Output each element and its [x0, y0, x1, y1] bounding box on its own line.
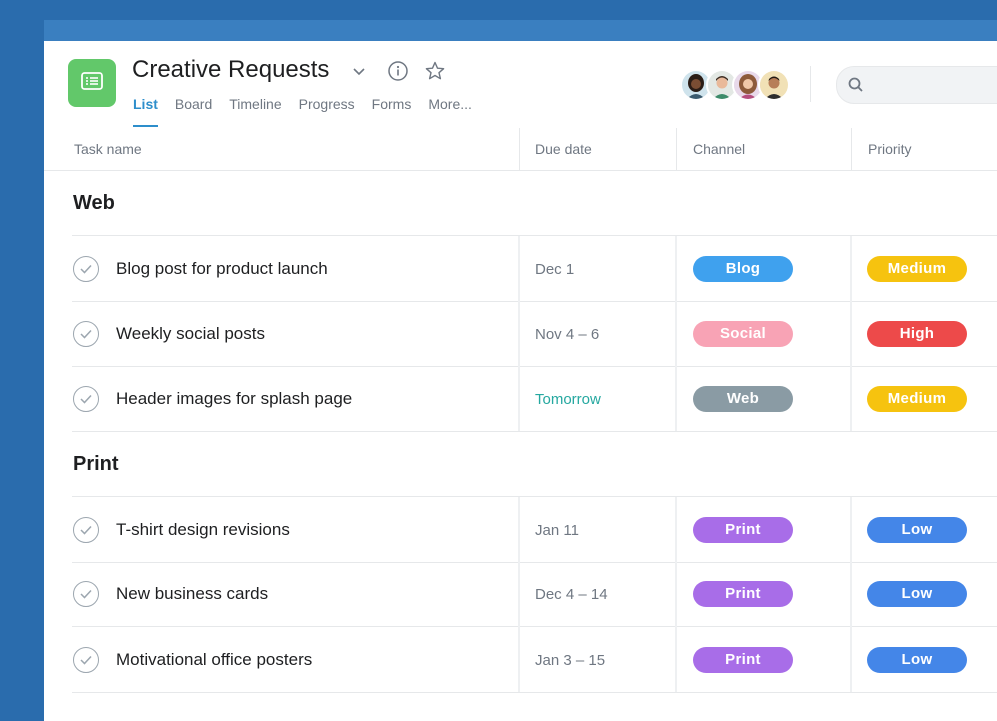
channel-tag[interactable]: Blog: [693, 256, 793, 282]
table-row[interactable]: Weekly social posts Nov 4 – 6 Social Hig…: [44, 302, 997, 367]
column-divider: [519, 128, 520, 170]
channel-tag[interactable]: Print: [693, 517, 793, 543]
app-window: Creative Requests List Board Timeline Pr…: [44, 20, 997, 721]
table-row[interactable]: Motivational office posters Jan 3 – 15 P…: [44, 627, 997, 692]
priority-tag[interactable]: Medium: [867, 386, 967, 412]
column-channel[interactable]: Channel: [693, 128, 745, 170]
column-divider: [850, 497, 852, 692]
tab-board[interactable]: Board: [175, 94, 212, 127]
due-date[interactable]: Tomorrow: [535, 391, 601, 408]
tab-list[interactable]: List: [133, 94, 158, 127]
table-row[interactable]: T-shirt design revisions Jan 11 Print Lo…: [44, 497, 997, 562]
project-tabs: List Board Timeline Progress Forms More.…: [133, 94, 489, 127]
info-icon[interactable]: [386, 59, 410, 83]
task-name[interactable]: Header images for splash page: [116, 389, 352, 409]
priority-tag[interactable]: Medium: [867, 256, 967, 282]
due-date[interactable]: Jan 3 – 15: [535, 652, 605, 669]
due-date[interactable]: Dec 4 – 14: [535, 586, 608, 603]
project-header: Creative Requests List Board Timeline Pr…: [44, 41, 997, 129]
column-divider: [850, 236, 852, 431]
table-row[interactable]: Header images for splash page Tomorrow W…: [44, 367, 997, 432]
column-divider: [851, 128, 852, 170]
priority-tag[interactable]: Low: [867, 581, 967, 607]
channel-tag[interactable]: Print: [693, 647, 793, 673]
tab-progress[interactable]: Progress: [299, 94, 355, 127]
check-icon[interactable]: [73, 386, 99, 412]
list-icon: [81, 71, 103, 95]
task-name[interactable]: Blog post for product launch: [116, 259, 328, 279]
section-title-web[interactable]: Web: [73, 192, 115, 215]
priority-tag[interactable]: Low: [867, 517, 967, 543]
column-divider: [676, 128, 677, 170]
due-date[interactable]: Dec 1: [535, 261, 574, 278]
due-date[interactable]: Jan 11: [535, 522, 579, 539]
chevron-down-icon[interactable]: [347, 59, 371, 83]
task-name[interactable]: Motivational office posters: [116, 650, 312, 670]
tab-timeline[interactable]: Timeline: [229, 94, 281, 127]
divider: [72, 431, 997, 432]
column-divider: [518, 497, 520, 692]
header-divider: [810, 66, 811, 102]
column-divider: [675, 497, 677, 692]
search-input[interactable]: [836, 66, 997, 104]
column-task-name[interactable]: Task name: [74, 128, 142, 170]
project-icon[interactable]: [68, 59, 116, 107]
star-icon[interactable]: [423, 59, 447, 83]
column-header-row: Task name Due date Channel Priority: [44, 128, 997, 171]
task-name[interactable]: New business cards: [116, 584, 268, 604]
divider: [72, 692, 997, 693]
project-title: Creative Requests: [132, 56, 330, 83]
check-icon[interactable]: [73, 581, 99, 607]
task-name[interactable]: Weekly social posts: [116, 324, 265, 344]
avatar[interactable]: [758, 69, 790, 101]
table-row[interactable]: New business cards Dec 4 – 14 Print Low: [44, 563, 997, 628]
column-divider: [518, 236, 520, 431]
channel-tag[interactable]: Web: [693, 386, 793, 412]
due-date[interactable]: Nov 4 – 6: [535, 326, 599, 343]
tab-more[interactable]: More...: [428, 94, 472, 127]
window-topbar: [44, 20, 997, 41]
tab-forms[interactable]: Forms: [372, 94, 412, 127]
channel-tag[interactable]: Print: [693, 581, 793, 607]
search-icon: [847, 76, 865, 99]
check-icon[interactable]: [73, 647, 99, 673]
column-divider: [675, 236, 677, 431]
column-due-date[interactable]: Due date: [535, 128, 592, 170]
section-title-print[interactable]: Print: [73, 453, 119, 476]
priority-tag[interactable]: Low: [867, 647, 967, 673]
column-priority[interactable]: Priority: [868, 128, 912, 170]
task-name[interactable]: T-shirt design revisions: [116, 520, 290, 540]
check-icon[interactable]: [73, 321, 99, 347]
member-avatars[interactable]: [680, 69, 790, 101]
channel-tag[interactable]: Social: [693, 321, 793, 347]
priority-tag[interactable]: High: [867, 321, 967, 347]
check-icon[interactable]: [73, 256, 99, 282]
table-row[interactable]: Blog post for product launch Dec 1 Blog …: [44, 236, 997, 301]
check-icon[interactable]: [73, 517, 99, 543]
